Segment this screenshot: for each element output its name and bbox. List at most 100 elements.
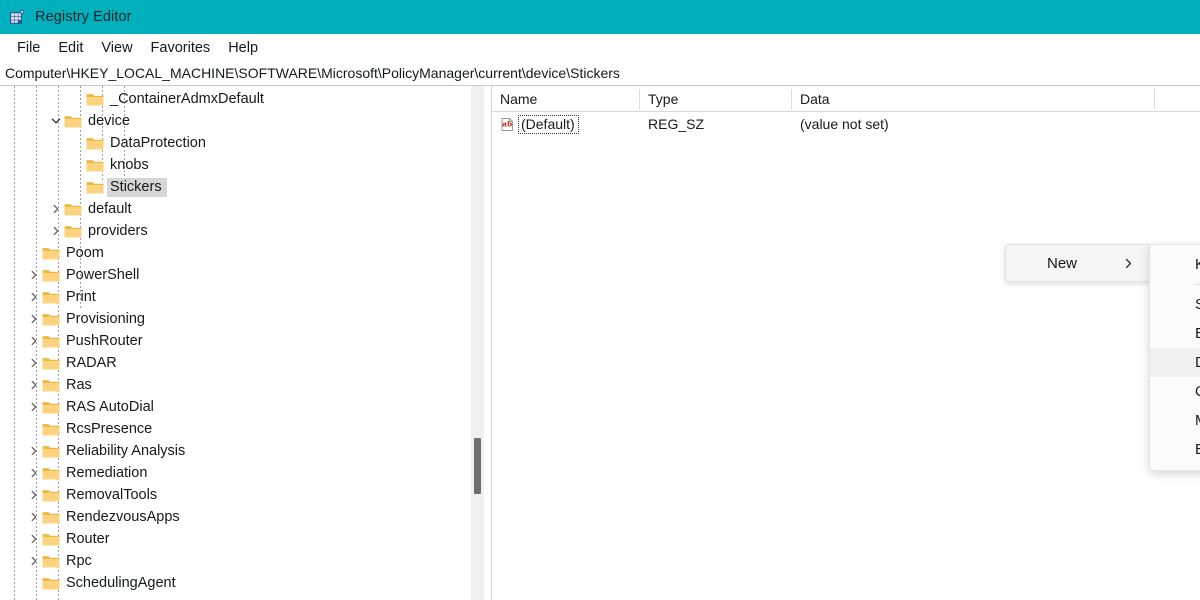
value-data-cell[interactable]: (value not set)	[800, 112, 889, 136]
tree-item-pushrouter[interactable]: PushRouter	[0, 330, 492, 352]
column-divider-name-type[interactable]	[639, 89, 640, 110]
folder-icon	[42, 378, 60, 393]
tree-vertical-scrollbar[interactable]	[471, 86, 484, 600]
table-row[interactable]: ab (Default) REG_SZ (value not set)	[492, 112, 1200, 136]
chevron-right-icon[interactable]	[26, 550, 42, 572]
tree-item-label: device	[88, 112, 130, 129]
menu-edit[interactable]: Edit	[49, 38, 92, 58]
tree-item-label: PowerShell	[66, 266, 140, 283]
folder-icon	[42, 444, 60, 459]
folder-icon	[86, 158, 104, 173]
context-menu-item-multi-string-value[interactable]: Multi-String Value	[1150, 406, 1200, 435]
column-header-name[interactable]: Name	[492, 86, 537, 112]
chevron-right-icon[interactable]	[26, 484, 42, 506]
tree-scrollbar-thumb[interactable]	[474, 438, 481, 494]
column-divider-type-data[interactable]	[791, 89, 792, 110]
registry-tree[interactable]: _ContainerAdmxDefaultdevice DataProtectio…	[0, 86, 492, 594]
folder-icon	[86, 136, 104, 151]
tree-item-label: Provisioning	[66, 310, 145, 327]
menu-favorites[interactable]: Favorites	[142, 38, 220, 58]
chevron-right-icon[interactable]	[26, 308, 42, 330]
column-header-data[interactable]: Data	[792, 86, 830, 112]
chevron-right-icon[interactable]	[26, 462, 42, 484]
tree-item-label: knobs	[110, 156, 149, 173]
tree-item-print[interactable]: Print	[0, 286, 492, 308]
menu-help[interactable]: Help	[219, 38, 267, 58]
registry-path-text[interactable]: Computer\HKEY_LOCAL_MACHINE\SOFTWARE\Mic…	[5, 65, 620, 81]
tree-item-rendezvousapps[interactable]: RendezvousApps	[0, 506, 492, 528]
context-menu-item-string-value[interactable]: String Value	[1150, 290, 1200, 319]
context-menu-item-key[interactable]: Key	[1150, 250, 1200, 279]
chevron-down-icon[interactable]	[48, 110, 64, 132]
tree-item-ras[interactable]: Ras	[0, 374, 492, 396]
tree-item-knobs[interactable]: knobs	[0, 154, 492, 176]
chevron-right-icon[interactable]	[26, 264, 42, 286]
tree-item-label: Poom	[66, 244, 104, 261]
tree-item-label: _ContainerAdmxDefault	[110, 90, 264, 107]
chevron-right-icon[interactable]	[26, 396, 42, 418]
chevron-right-icon[interactable]	[26, 440, 42, 462]
menu-view[interactable]: View	[92, 38, 141, 58]
values-list-header: Name Type Data	[492, 86, 1200, 112]
tree-item-label: RemovalTools	[66, 486, 158, 503]
context-menu-new-parent[interactable]: New	[1005, 244, 1151, 282]
folder-icon	[64, 202, 82, 217]
tree-item-provisioning[interactable]: Provisioning	[0, 308, 492, 330]
tree-item-reliability-analysis[interactable]: Reliability Analysis	[0, 440, 492, 462]
chevron-right-icon[interactable]	[26, 330, 42, 352]
tree-item-ras-autodial[interactable]: RAS AutoDial	[0, 396, 492, 418]
tree-item-powershell[interactable]: PowerShell	[0, 264, 492, 286]
chevron-right-icon[interactable]	[26, 352, 42, 374]
context-menu-item-binary-value[interactable]: Binary Value	[1150, 319, 1200, 348]
context-menu-separator	[1195, 284, 1200, 285]
tree-item-radar[interactable]: RADAR	[0, 352, 492, 374]
tree-item-schedulingagent[interactable]: SchedulingAgent	[0, 572, 492, 594]
chevron-right-icon[interactable]	[26, 528, 42, 550]
tree-item-label: RcsPresence	[66, 420, 153, 437]
svg-text:ab: ab	[502, 119, 512, 128]
column-divider-data-end[interactable]	[1154, 89, 1155, 110]
address-bar[interactable]: Computer\HKEY_LOCAL_MACHINE\SOFTWARE\Mic…	[0, 61, 1200, 86]
tree-item-removaltools[interactable]: RemovalTools	[0, 484, 492, 506]
folder-icon	[42, 422, 60, 437]
context-menu-item-expandable-string-value[interactable]: Expandable String Value	[1150, 435, 1200, 464]
folder-icon	[42, 334, 60, 349]
context-menu-item-dword-32-bit-value[interactable]: DWORD (32-bit) Value	[1150, 348, 1200, 377]
chevron-right-icon	[1123, 258, 1134, 269]
chevron-right-icon[interactable]	[26, 286, 42, 308]
folder-icon	[64, 114, 82, 129]
tree-item-remediation[interactable]: Remediation	[0, 462, 492, 484]
tree-item-device[interactable]: device	[0, 110, 492, 132]
registry-grid-icon	[9, 9, 26, 26]
tree-item-label: Print	[66, 288, 96, 305]
tree-item-rcspresence[interactable]: RcsPresence	[0, 418, 492, 440]
folder-icon	[42, 488, 60, 503]
context-menu-item-qword-64-bit-value[interactable]: QWORD (64-bit) Value	[1150, 377, 1200, 406]
chevron-right-icon[interactable]	[26, 506, 42, 528]
registry-tree-pane[interactable]: _ContainerAdmxDefaultdevice DataProtectio…	[0, 86, 492, 600]
column-header-type[interactable]: Type	[640, 86, 678, 112]
menu-file[interactable]: File	[8, 38, 49, 58]
tree-item-default[interactable]: default	[0, 198, 492, 220]
chevron-right-icon[interactable]	[48, 220, 64, 242]
value-type-cell[interactable]: REG_SZ	[648, 112, 704, 136]
tree-item-router[interactable]: Router	[0, 528, 492, 550]
chevron-right-icon[interactable]	[48, 198, 64, 220]
main-split-area: _ContainerAdmxDefaultdevice DataProtectio…	[0, 86, 1200, 600]
values-list-pane[interactable]: Name Type Data ab (Default) REG_SZ (valu…	[492, 86, 1200, 600]
context-menu-new-label: New	[1047, 254, 1078, 272]
tree-item-label: Router	[66, 530, 110, 547]
tree-item-rpc[interactable]: Rpc	[0, 550, 492, 572]
chevron-right-icon[interactable]	[26, 374, 42, 396]
tree-item-stickers[interactable]: Stickers	[0, 176, 492, 198]
tree-item--containeradmxdefault[interactable]: _ContainerAdmxDefault	[0, 88, 492, 110]
tree-item-poom[interactable]: Poom	[0, 242, 492, 264]
value-name-cell[interactable]: ab (Default)	[500, 112, 579, 136]
tree-item-label: RAS AutoDial	[66, 398, 154, 415]
tree-item-providers[interactable]: providers	[0, 220, 492, 242]
context-menu-new-submenu[interactable]: Key String ValueBinary ValueDWORD (32-bit…	[1149, 244, 1200, 471]
folder-icon	[86, 180, 104, 195]
tree-item-dataprotection[interactable]: DataProtection	[0, 132, 492, 154]
